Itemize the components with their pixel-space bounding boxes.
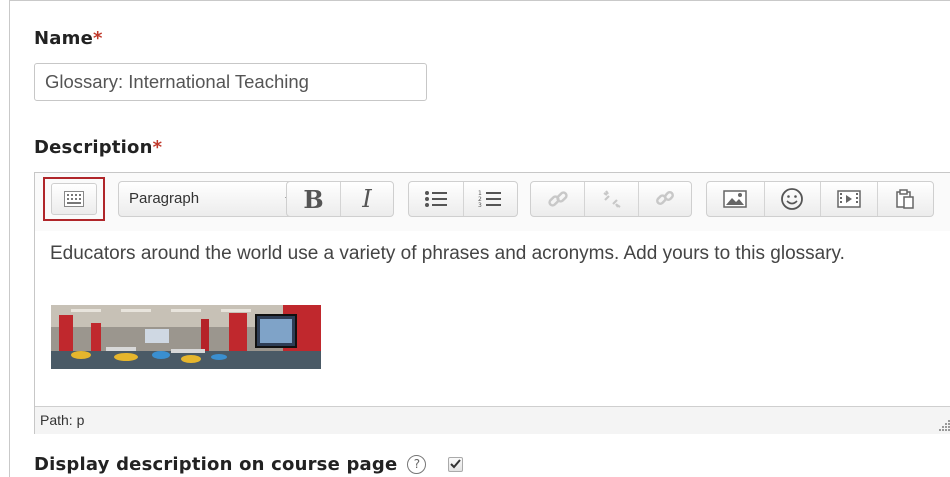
bold-button[interactable]: B: [287, 182, 340, 216]
kitchen-sink-toggle-button[interactable]: [51, 183, 97, 215]
text-style-group: B I: [286, 181, 394, 217]
description-label-text: Description: [34, 137, 153, 158]
insert-image-button[interactable]: [707, 182, 764, 216]
help-icon[interactable]: ?: [407, 454, 427, 474]
unordered-list-icon: [424, 191, 447, 207]
name-label-text: Name: [34, 28, 93, 49]
description-label: Description*: [34, 137, 162, 158]
required-mark: *: [92, 28, 103, 49]
name-input[interactable]: Glossary: International Teaching: [34, 63, 427, 101]
required-mark: *: [152, 137, 163, 158]
editor-toolbar: Paragraph B I 123: [35, 173, 950, 231]
ordered-list-button[interactable]: 123: [462, 182, 517, 216]
classroom-photo: [51, 305, 321, 369]
italic-icon: I: [362, 185, 372, 213]
ordered-list-icon: 123: [478, 190, 502, 209]
kitchen-sink-highlight: [43, 177, 105, 221]
display-description-checkbox[interactable]: [448, 456, 464, 472]
svg-text:3: 3: [478, 202, 482, 209]
bold-icon: B: [303, 184, 324, 214]
description-editor: Paragraph B I 123 Educators around the w…: [34, 172, 950, 434]
display-description-label: Display description on course page: [34, 453, 398, 475]
link-group: [530, 181, 692, 217]
editor-content[interactable]: Educators around the world use a variety…: [50, 241, 930, 267]
kitchen-sink-toggle-icon: [64, 191, 84, 207]
insert-media-icon: [837, 190, 861, 208]
list-group: 123: [408, 181, 518, 217]
emoticon-icon: [781, 188, 804, 210]
link-button[interactable]: [531, 182, 584, 216]
emoticon-button[interactable]: [763, 182, 821, 216]
format-select-value: Paragraph: [129, 190, 200, 207]
checkmark-icon: [450, 459, 462, 469]
format-select[interactable]: Paragraph: [118, 181, 310, 217]
display-description-row: Display description on course page ?: [34, 452, 464, 476]
anchor-button[interactable]: [637, 182, 691, 216]
path-bar: Path: p: [35, 406, 950, 434]
insert-image-icon: [723, 190, 747, 208]
name-label: Name*: [34, 28, 103, 49]
anchor-icon: [655, 191, 674, 205]
unlink-icon: [602, 190, 621, 208]
path-text: Path: p: [40, 412, 85, 428]
unordered-list-button[interactable]: [409, 182, 463, 216]
insert-media-button[interactable]: [820, 182, 877, 216]
unlink-button[interactable]: [584, 182, 637, 216]
paste-icon: [896, 189, 914, 209]
insert-group: [706, 181, 934, 217]
italic-button[interactable]: I: [339, 182, 393, 216]
resize-handle-icon[interactable]: [937, 418, 950, 432]
link-icon: [547, 191, 568, 207]
paste-button[interactable]: [876, 182, 934, 216]
